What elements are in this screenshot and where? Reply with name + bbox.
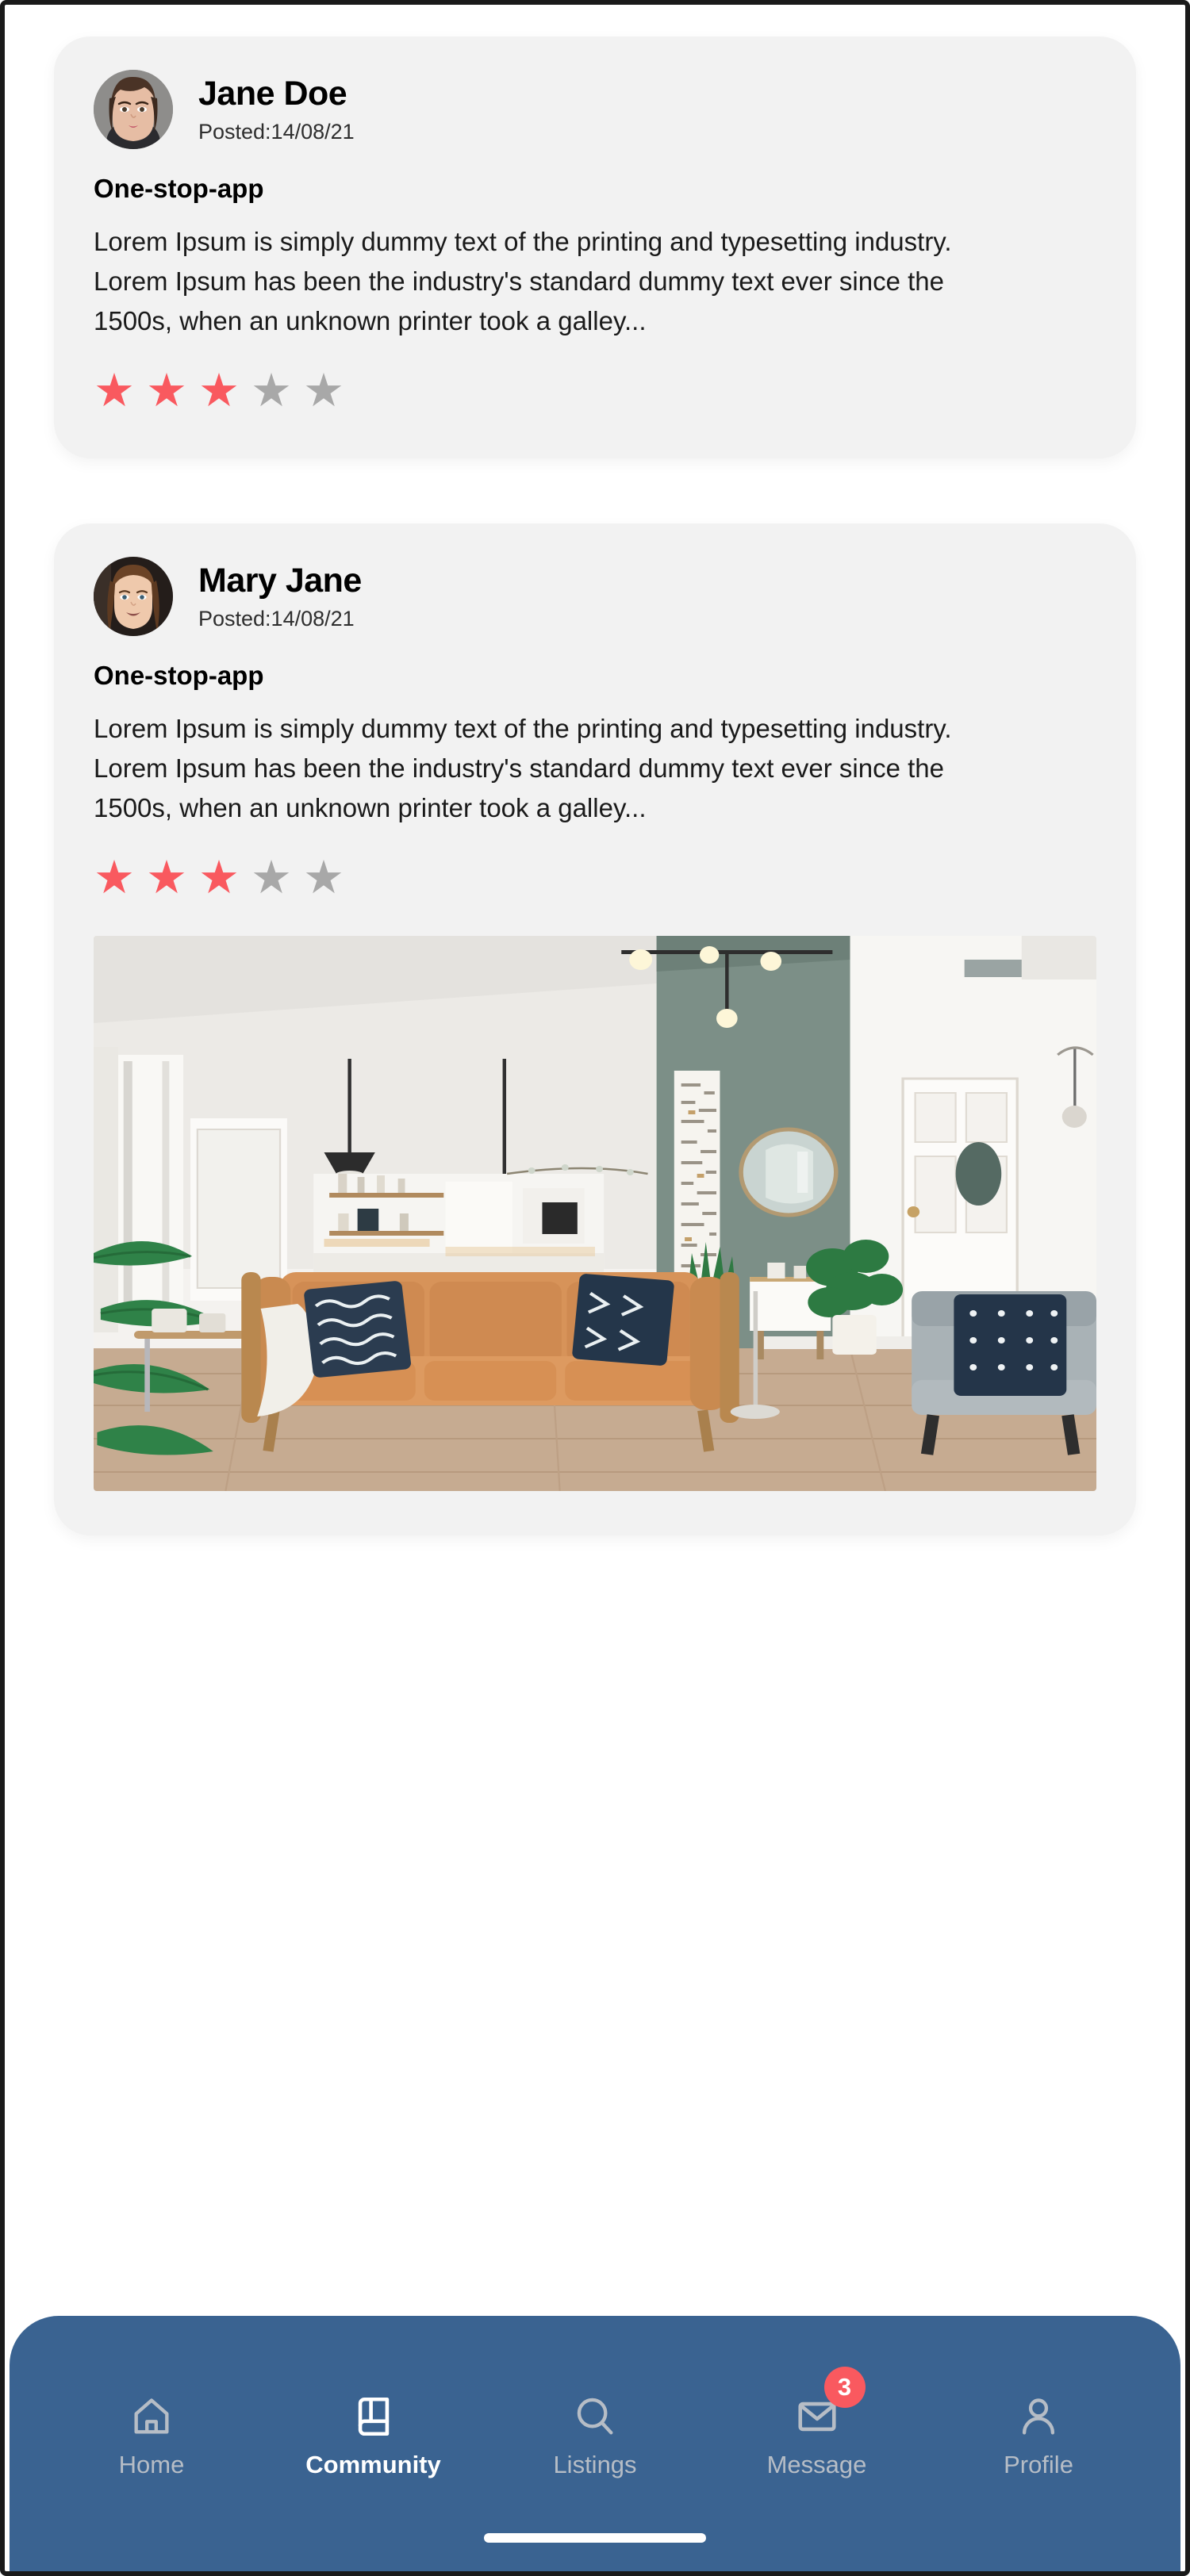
nav-label-home: Home — [118, 2451, 185, 2478]
rating-stars[interactable]: ★ ★ ★ ★ ★ — [94, 855, 1096, 901]
star-4[interactable]: ★ — [251, 368, 292, 414]
post-body: Lorem Ipsum is simply dummy text of the … — [94, 713, 952, 822]
post-card[interactable]: Jane Doe Posted:14/08/21 One-stop-app Lo… — [54, 36, 1136, 459]
star-2[interactable]: ★ — [146, 368, 187, 414]
post-photo[interactable] — [94, 936, 1096, 1492]
post-body: Lorem Ipsum is simply dummy text of the … — [94, 226, 952, 335]
post-header: Jane Doe Posted:14/08/21 — [94, 70, 1096, 149]
nav-label-community: Community — [305, 2451, 441, 2478]
star-1[interactable]: ★ — [94, 855, 135, 901]
nav-item-home[interactable]: Home — [60, 2392, 243, 2477]
star-5[interactable]: ★ — [303, 368, 344, 414]
star-3[interactable]: ★ — [198, 855, 240, 901]
community-feed: Jane Doe Posted:14/08/21 One-stop-app Lo… — [5, 5, 1185, 1600]
nav-item-listings[interactable]: Listings — [504, 2392, 686, 2477]
rating-stars[interactable]: ★ ★ ★ ★ ★ — [94, 368, 1096, 414]
post-card[interactable]: Mary Jane Posted:14/08/21 One-stop-app L… — [54, 523, 1136, 1536]
post-author-name: Mary Jane — [198, 561, 362, 600]
star-1[interactable]: ★ — [94, 368, 135, 414]
home-indicator — [484, 2533, 706, 2543]
post-author-name: Jane Doe — [198, 74, 347, 113]
post-title: One-stop-app — [94, 174, 264, 203]
star-5[interactable]: ★ — [303, 855, 344, 901]
post-header: Mary Jane Posted:14/08/21 — [94, 557, 1096, 637]
star-3[interactable]: ★ — [198, 368, 240, 414]
nav-label-listings: Listings — [553, 2451, 637, 2478]
nav-label-profile: Profile — [1004, 2451, 1073, 2478]
envelope-icon: 3 — [793, 2367, 866, 2441]
post-date: Posted:14/08/21 — [198, 119, 355, 144]
message-badge: 3 — [823, 2367, 866, 2408]
star-2[interactable]: ★ — [146, 855, 187, 901]
star-4[interactable]: ★ — [251, 855, 292, 901]
nav-items: Home Community Listings 3 Message Profil… — [10, 2316, 1180, 2477]
search-icon — [570, 2392, 620, 2441]
nav-item-profile[interactable]: Profile — [947, 2392, 1130, 2477]
person-icon — [1014, 2392, 1063, 2441]
house-icon — [127, 2392, 176, 2441]
post-date: Posted:14/08/21 — [198, 606, 355, 631]
nav-item-community[interactable]: Community — [282, 2392, 465, 2477]
nav-label-message: Message — [766, 2451, 867, 2478]
avatar[interactable] — [94, 557, 173, 637]
bottom-navigation-bar: Home Community Listings 3 Message Profil… — [10, 2316, 1180, 2571]
post-author-block: Jane Doe Posted:14/08/21 — [198, 75, 355, 144]
avatar[interactable] — [94, 70, 173, 149]
post-author-block: Mary Jane Posted:14/08/21 — [198, 562, 362, 631]
post-title: One-stop-app — [94, 661, 264, 691]
nav-item-message[interactable]: 3 Message — [726, 2367, 908, 2478]
book-icon — [349, 2392, 398, 2441]
phone-screen: Jane Doe Posted:14/08/21 One-stop-app Lo… — [0, 0, 1190, 2576]
